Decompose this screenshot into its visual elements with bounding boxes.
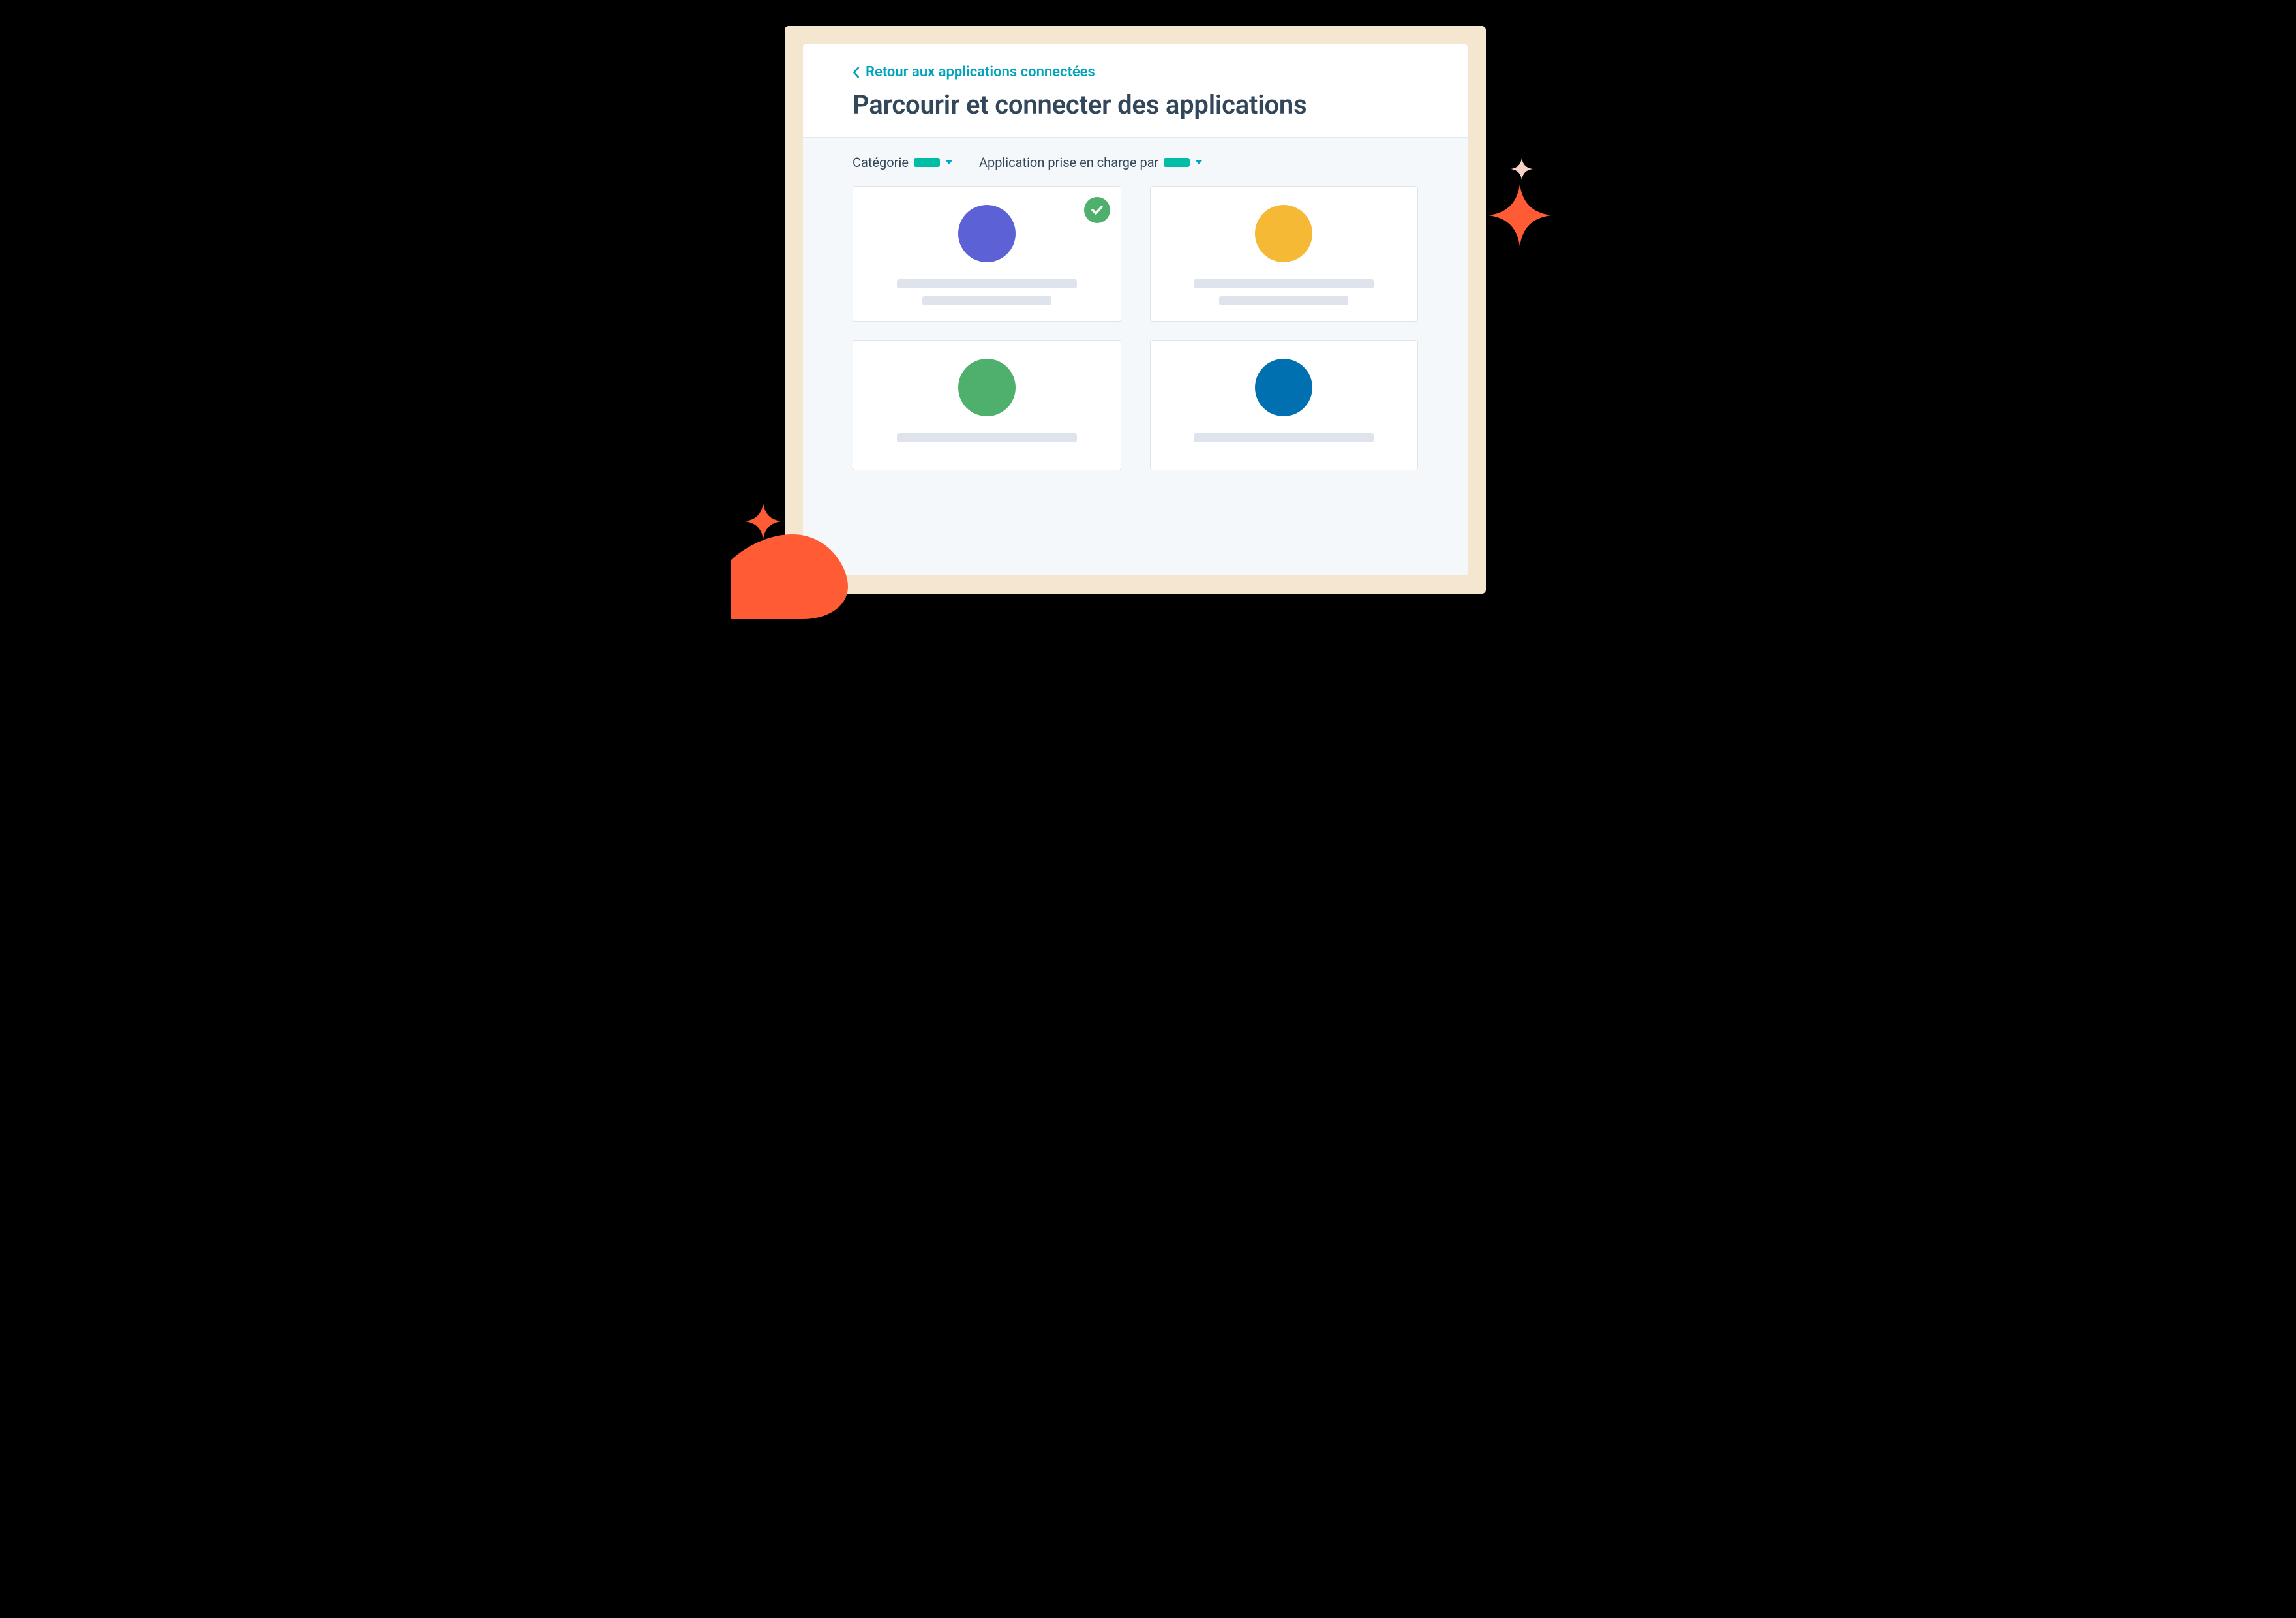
filter-category[interactable]: Catégorie (853, 155, 953, 170)
app-subtitle-placeholder (922, 296, 1051, 305)
chevron-left-icon (853, 67, 860, 78)
app-avatar-icon (1255, 359, 1312, 416)
app-avatar-icon (1255, 205, 1312, 262)
screenshot-frame: Retour aux applications connectées Parco… (785, 26, 1486, 594)
filter-category-label: Catégorie (853, 155, 909, 170)
filter-supported-by-value-placeholder (1164, 158, 1190, 167)
back-link-label: Retour aux applications connectées (866, 64, 1095, 80)
app-avatar-icon (958, 359, 1016, 416)
app-title-placeholder (1194, 433, 1374, 442)
app-grid (853, 186, 1418, 470)
content-area: Catégorie Application prise en charge pa… (803, 138, 1468, 575)
chevron-down-icon (1195, 159, 1203, 166)
chevron-down-icon (945, 159, 953, 166)
app-title-placeholder (897, 433, 1077, 442)
app-title-placeholder (1194, 279, 1374, 288)
app-card[interactable] (853, 340, 1121, 470)
header: Retour aux applications connectées Parco… (803, 44, 1468, 138)
filter-category-value-placeholder (914, 158, 940, 167)
page-title: Parcourir et connecter des applications (853, 89, 1418, 120)
stage: Retour aux applications connectées Parco… (723, 0, 1573, 600)
app-card[interactable] (1150, 340, 1419, 470)
sparkle-icon (1511, 158, 1533, 180)
filter-supported-by-label: Application prise en charge par (979, 155, 1158, 170)
filter-supported-by[interactable]: Application prise en charge par (979, 155, 1203, 170)
connected-check-icon (1084, 197, 1110, 223)
app-title-placeholder (897, 279, 1077, 288)
app-card[interactable] (1150, 186, 1419, 322)
leaf-decoration (731, 534, 848, 619)
app-subtitle-placeholder (1219, 296, 1348, 305)
app-window: Retour aux applications connectées Parco… (803, 44, 1468, 575)
app-avatar-icon (958, 205, 1016, 262)
app-card[interactable] (853, 186, 1121, 322)
sparkle-icon (1488, 184, 1551, 247)
back-link[interactable]: Retour aux applications connectées (853, 64, 1095, 80)
filter-bar: Catégorie Application prise en charge pa… (853, 155, 1418, 170)
